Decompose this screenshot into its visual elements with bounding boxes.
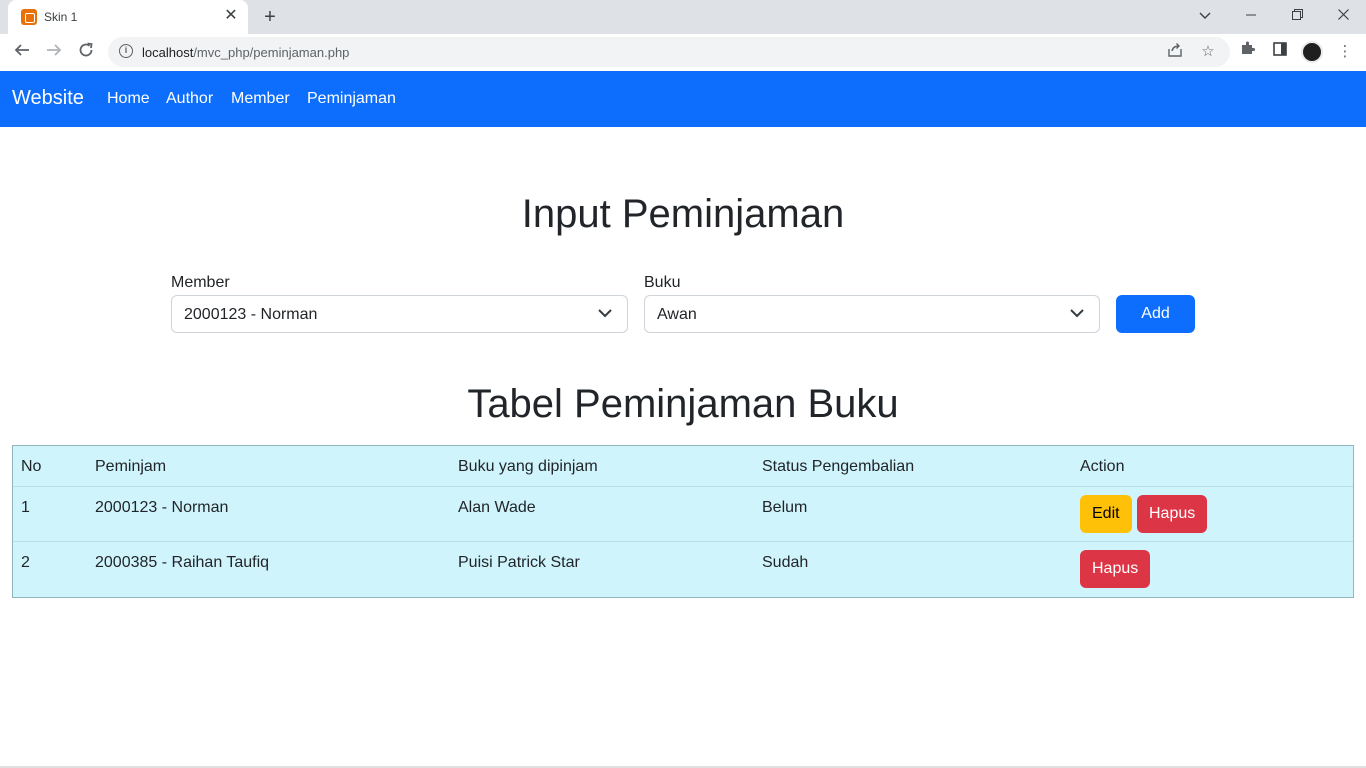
profile-avatar[interactable]	[1301, 41, 1323, 63]
back-arrow-icon[interactable]	[9, 40, 35, 66]
address-url[interactable]: localhost/mvc_php/peminjaman.php	[142, 45, 349, 60]
extensions-puzzle-icon[interactable]	[1236, 40, 1260, 64]
browser-toolbar: i localhost/mvc_php/peminjaman.php ☆ ⋮	[0, 34, 1366, 71]
input-peminjaman-title: Input Peminjaman	[521, 192, 845, 236]
cell-peminjam: 2000385 - Raihan Taufiq	[95, 554, 270, 571]
cell-buku: Puisi Patrick Star	[458, 554, 580, 571]
nav-link-peminjaman[interactable]: Peminjaman	[307, 90, 396, 108]
cell-status: Belum	[762, 499, 808, 516]
table-row: 2 2000385 - Raihan Taufiq Puisi Patrick …	[13, 542, 1353, 597]
new-tab-icon[interactable]: +	[259, 6, 281, 28]
side-panel-icon[interactable]	[1268, 40, 1292, 64]
cell-peminjam: 2000123 - Norman	[95, 499, 229, 516]
nav-link-member[interactable]: Member	[231, 90, 290, 108]
browser-tabstrip: Skin 1 ✕ +	[0, 0, 1366, 34]
buku-select-value: Awan	[657, 306, 697, 323]
more-menu-icon[interactable]: ⋮	[1333, 40, 1357, 64]
peminjaman-table: No Peminjam Buku yang dipinjam Status Pe…	[12, 445, 1354, 598]
member-select[interactable]: 2000123 - Norman	[171, 295, 628, 333]
browser-tab[interactable]: Skin 1 ✕	[8, 0, 248, 34]
cell-no: 1	[21, 499, 30, 516]
bookmark-star-icon[interactable]: ☆	[1198, 42, 1218, 62]
site-info-icon[interactable]: i	[119, 44, 133, 58]
navbar-brand[interactable]: Website	[12, 87, 84, 110]
hapus-button[interactable]: Hapus	[1137, 495, 1208, 533]
add-button[interactable]: Add	[1116, 295, 1195, 333]
xampp-favicon-icon	[21, 9, 37, 25]
restore-icon[interactable]	[1274, 0, 1320, 30]
tab-title: Skin 1	[44, 10, 78, 24]
reload-icon[interactable]	[73, 40, 99, 66]
header-peminjam: Peminjam	[95, 458, 167, 475]
site-navbar: Website Home Author Member Peminjaman	[0, 71, 1366, 127]
buku-label: Buku	[644, 274, 681, 291]
share-icon[interactable]	[1165, 42, 1185, 62]
nav-link-author[interactable]: Author	[166, 90, 213, 108]
member-label: Member	[171, 274, 230, 291]
edit-button[interactable]: Edit	[1080, 495, 1132, 533]
header-action: Action	[1080, 458, 1125, 475]
table-row: 1 2000123 - Norman Alan Wade Belum Edit …	[13, 487, 1353, 542]
table-header-row: No Peminjam Buku yang dipinjam Status Pe…	[13, 446, 1353, 487]
header-buku: Buku yang dipinjam	[458, 458, 598, 475]
chevron-down-icon	[1069, 305, 1085, 321]
tab-search-chevron-icon[interactable]	[1182, 0, 1228, 30]
close-window-icon[interactable]	[1320, 0, 1366, 30]
address-bar[interactable]: i localhost/mvc_php/peminjaman.php ☆	[108, 37, 1230, 67]
cell-buku: Alan Wade	[458, 499, 536, 516]
minimize-icon[interactable]	[1228, 0, 1274, 30]
cell-no: 2	[21, 554, 30, 571]
nav-link-home[interactable]: Home	[107, 90, 150, 108]
table-title: Tabel Peminjaman Buku	[467, 382, 899, 426]
member-select-value: 2000123 - Norman	[184, 306, 318, 323]
tab-close-icon[interactable]: ✕	[222, 7, 240, 25]
forward-arrow-icon[interactable]	[41, 40, 67, 66]
cell-status: Sudah	[762, 554, 809, 571]
buku-select[interactable]: Awan	[644, 295, 1100, 333]
chevron-down-icon	[597, 305, 613, 321]
header-status: Status Pengembalian	[762, 458, 915, 475]
header-no: No	[21, 458, 42, 475]
hapus-button[interactable]: Hapus	[1080, 550, 1151, 588]
